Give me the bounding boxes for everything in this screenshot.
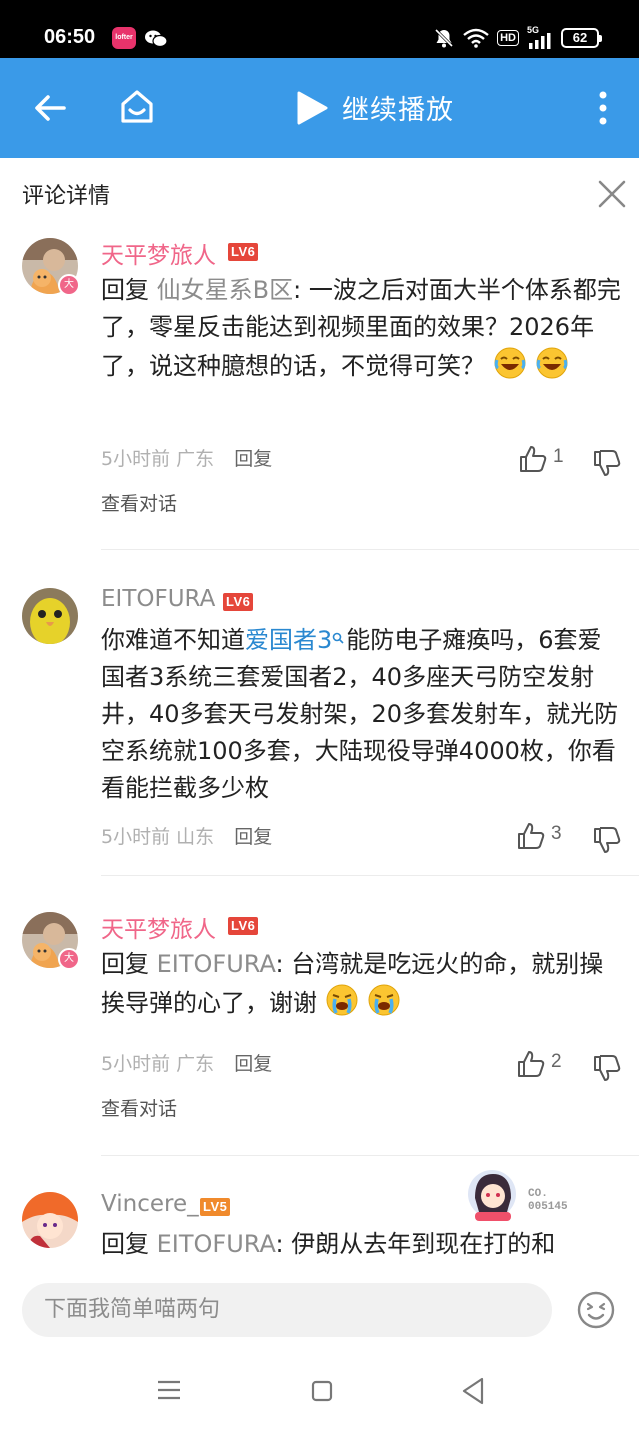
comment-location: 广东	[176, 448, 215, 470]
thumbs-up-icon[interactable]	[516, 821, 546, 851]
comment-meta: 5小时前 广东 回复	[101, 1049, 272, 1076]
sticker-caption: CO. 005145	[528, 1188, 568, 1214]
view-conversation-link[interactable]: 查看对话	[101, 1094, 177, 1121]
divider	[101, 549, 639, 550]
thumbs-down-icon[interactable]	[592, 448, 622, 478]
crying-emoji-icon	[326, 984, 358, 1016]
play-icon[interactable]	[294, 90, 330, 126]
comment-meta: 5小时前 山东 回复	[101, 822, 272, 849]
view-conversation-link[interactable]: 查看对话	[101, 489, 177, 516]
like-count: 1	[553, 446, 564, 467]
like-count: 3	[551, 823, 562, 844]
comment-location: 山东	[176, 826, 215, 848]
back-triangle-icon[interactable]	[460, 1376, 486, 1406]
emoji-face-icon[interactable]	[576, 1290, 616, 1330]
wifi-icon	[463, 28, 489, 48]
avatar-badge: 大	[58, 274, 80, 296]
reply-button[interactable]: 回复	[234, 1053, 272, 1075]
reply-colon: :	[275, 1230, 292, 1258]
signal-indicator: 5G	[527, 25, 553, 49]
like-count: 2	[551, 1051, 562, 1072]
avatar[interactable]: 大	[22, 238, 80, 296]
sticker-line: CO.	[528, 1188, 548, 1200]
laugh-cry-emoji-icon	[536, 347, 568, 379]
page-title: 评论详情	[22, 184, 111, 209]
level-badge: LV5	[200, 1198, 231, 1216]
close-icon[interactable]	[592, 174, 632, 214]
username[interactable]: 天平梦旅人	[101, 910, 216, 944]
anime-sticker-icon	[468, 1170, 516, 1221]
user-avatar-image	[22, 1192, 78, 1248]
back-arrow-icon[interactable]	[30, 88, 70, 128]
system-nav-bar	[0, 1350, 639, 1430]
signal-icon	[529, 33, 551, 49]
thumbs-up-icon[interactable]	[516, 1049, 546, 1079]
avatar[interactable]	[22, 588, 78, 644]
comment-text: 你难道不知道爱国者3 能防电子瘫痪吗，6套爱国者3系统三套爱国者2，40多座天弓防…	[101, 622, 621, 807]
comment-text: 回复 EITOFURA: 台湾就是吃远火的命，就别操挨导弹的心了，谢谢	[101, 946, 621, 1022]
status-icons: HD 5G 62	[433, 25, 602, 50]
crying-emoji-icon	[368, 984, 400, 1016]
home-icon[interactable]	[116, 86, 158, 128]
laugh-cry-emoji-icon	[494, 347, 526, 379]
recent-apps-icon[interactable]	[156, 1378, 182, 1402]
lofter-app-icon: lofter	[112, 27, 136, 49]
avatar[interactable]: 大	[22, 912, 80, 970]
search-link[interactable]: 爱国者3	[245, 626, 332, 654]
reply-button[interactable]: 回复	[234, 826, 272, 848]
level-badge: LV6	[228, 243, 259, 261]
sticker-line: 005145	[528, 1201, 568, 1213]
user-avatar-image	[22, 588, 78, 644]
top-nav-bar: 继续播放	[0, 58, 639, 158]
reply-to-user[interactable]: EITOFURA	[157, 1230, 276, 1258]
comment-body-start: 你难道不知道	[101, 626, 245, 654]
comment-input[interactable]: 下面我简单喵两句	[22, 1283, 552, 1337]
reply-button[interactable]: 回复	[234, 448, 272, 470]
thumbs-up-icon[interactable]	[518, 444, 548, 474]
divider	[101, 875, 639, 876]
reply-prefix: 回复	[101, 276, 157, 304]
comment-meta: 5小时前 广东 回复	[101, 444, 272, 471]
home-square-icon[interactable]	[311, 1380, 333, 1402]
comment-time: 5小时前	[101, 826, 171, 848]
reply-to-user[interactable]: EITOFURA	[157, 950, 276, 978]
comment-input-bar: 下面我简单喵两句	[0, 1270, 639, 1350]
avatar-badge: 大	[58, 948, 80, 970]
reply-colon: :	[293, 276, 309, 304]
divider	[101, 1155, 639, 1156]
more-vertical-icon[interactable]	[590, 90, 616, 126]
comment-time: 5小时前	[101, 1053, 171, 1075]
comment-location: 广东	[176, 1053, 215, 1075]
status-bar: 06:50 lofter HD 5G 62	[0, 0, 639, 58]
comment-detail-header: 评论详情	[0, 158, 639, 230]
reply-colon: :	[275, 950, 292, 978]
avatar[interactable]	[22, 1192, 78, 1248]
username[interactable]: 天平梦旅人	[101, 236, 216, 270]
comment-time: 5小时前	[101, 448, 171, 470]
username[interactable]: Vincere_	[101, 1191, 199, 1217]
battery-indicator: 62	[561, 28, 602, 48]
reply-prefix: 回复	[101, 950, 157, 978]
wechat-icon	[145, 30, 168, 48]
status-time: 06:50	[44, 26, 96, 48]
comment-body: 伊朗从去年到现在打的和	[291, 1230, 556, 1258]
level-badge: LV6	[223, 593, 254, 611]
continue-playing-button[interactable]: 继续播放	[342, 88, 454, 127]
comment-text: 回复 仙女星系B区: 一波之后对面大半个体系都完了，零星反击能达到视频里面的效果…	[101, 272, 621, 385]
comment-text: 回复 EITOFURA: 伊朗从去年到现在打的和	[101, 1226, 621, 1270]
thumbs-down-icon[interactable]	[592, 825, 622, 855]
search-icon[interactable]	[332, 632, 344, 646]
mute-bell-icon	[435, 28, 454, 48]
hd-indicator: HD	[497, 30, 519, 46]
reply-prefix: 回复	[101, 1230, 157, 1258]
username[interactable]: EITOFURA	[101, 586, 215, 612]
thumbs-down-icon[interactable]	[592, 1053, 622, 1083]
level-badge: LV6	[228, 917, 259, 935]
reply-to-user[interactable]: 仙女星系B区	[157, 276, 293, 304]
